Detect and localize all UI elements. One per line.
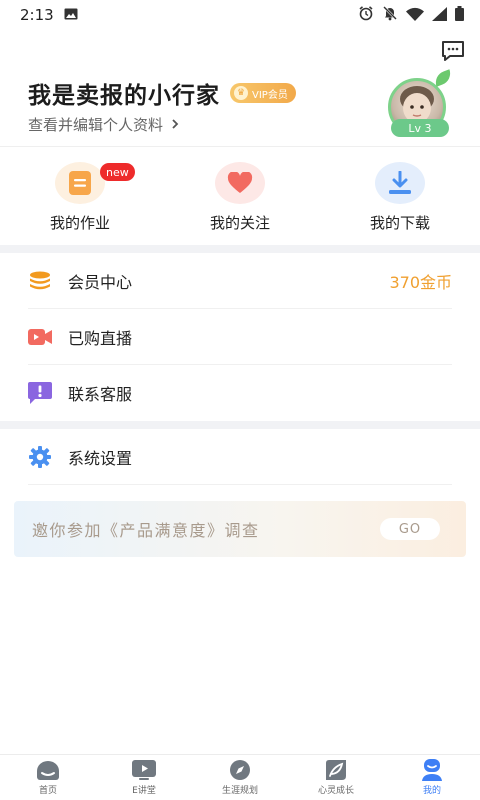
tab-e-lecture[interactable]: E讲堂 xyxy=(96,755,192,800)
bottom-tab-bar: 首页 E讲堂 生涯规划 心灵成长 我的 xyxy=(0,754,480,800)
quick-actions: new 我的作业 我的关注 我的下载 xyxy=(0,162,480,242)
crown-icon: ♛ xyxy=(234,86,248,100)
tab-label: 心灵成长 xyxy=(317,786,354,796)
chevron-right-icon xyxy=(171,116,179,134)
vip-badge[interactable]: ♛ VIP会员 xyxy=(230,83,296,103)
tab-home[interactable]: 首页 xyxy=(0,755,96,800)
divider xyxy=(0,146,480,147)
menu-item-settings[interactable]: 系统设置 xyxy=(28,429,452,485)
tab-label: 首页 xyxy=(38,786,57,796)
survey-text: 邀你参加《产品满意度》调查 xyxy=(32,521,260,540)
leaf-icon xyxy=(323,759,349,781)
section-separator xyxy=(0,421,480,429)
user-icon xyxy=(419,759,445,781)
gear-icon xyxy=(28,445,52,469)
menu-item-customer-service[interactable]: 联系客服 xyxy=(28,365,452,421)
tab-label: E讲堂 xyxy=(132,786,156,796)
quick-action-label: 我的关注 xyxy=(209,214,270,232)
home-icon xyxy=(35,759,61,781)
coins-icon xyxy=(28,269,52,293)
edit-profile-link[interactable]: 查看并编辑个人资料 xyxy=(28,114,179,135)
tab-label: 我的 xyxy=(422,786,441,796)
coin-balance: 370金币 xyxy=(389,272,452,292)
vip-label: VIP会员 xyxy=(252,89,288,101)
play-tv-icon xyxy=(131,759,157,781)
menu-label: 联系客服 xyxy=(68,385,133,404)
tab-mind-growth[interactable]: 心灵成长 xyxy=(288,755,384,800)
level-badge: Lv 3 xyxy=(391,119,449,137)
edit-profile-label: 查看并编辑个人资料 xyxy=(28,116,164,134)
quick-action-label: 我的作业 xyxy=(49,214,110,232)
menu-item-purchased-live[interactable]: 已购直播 xyxy=(28,309,452,365)
status-time: 2:13 xyxy=(20,6,54,24)
compass-icon xyxy=(227,759,253,781)
mute-icon xyxy=(382,5,398,25)
status-bar: 2:13 xyxy=(0,0,480,30)
battery-icon xyxy=(455,5,464,25)
feedback-icon xyxy=(28,381,52,405)
tab-career-planning[interactable]: 生涯规划 xyxy=(192,755,288,800)
message-button[interactable] xyxy=(440,40,466,66)
menu-label: 已购直播 xyxy=(68,328,133,348)
heart-icon xyxy=(215,162,265,204)
image-icon xyxy=(64,6,78,24)
download-icon xyxy=(375,162,425,204)
alarm-icon xyxy=(358,5,374,25)
profile-header[interactable]: 我是卖报的小行家 ♛ VIP会员 查看并编辑个人资料 Lv 3 xyxy=(0,69,480,146)
quick-action-homework[interactable]: new 我的作业 xyxy=(0,162,160,242)
leaf-decoration-icon xyxy=(432,69,454,87)
signal-icon xyxy=(432,6,447,25)
quick-action-label: 我的下载 xyxy=(369,214,430,232)
tab-label: 生涯规划 xyxy=(221,786,258,796)
wifi-icon xyxy=(406,6,424,25)
survey-go-button[interactable]: GO xyxy=(380,518,440,540)
survey-banner[interactable]: 邀你参加《产品满意度》调查 GO xyxy=(14,501,466,557)
section-separator xyxy=(0,245,480,253)
menu-label: 系统设置 xyxy=(68,448,133,468)
avatar-container[interactable]: Lv 3 xyxy=(388,69,454,137)
menu-item-member-center[interactable]: 会员中心 370金币 xyxy=(28,253,452,309)
chat-bubble-icon xyxy=(441,40,465,66)
homework-icon xyxy=(55,162,105,204)
profile-name: 我是卖报的小行家 xyxy=(28,83,220,109)
quick-action-follows[interactable]: 我的关注 xyxy=(160,162,320,242)
menu-label: 会员中心 xyxy=(68,272,133,292)
quick-action-downloads[interactable]: 我的下载 xyxy=(320,162,480,242)
tab-mine[interactable]: 我的 xyxy=(384,755,480,800)
video-camera-icon xyxy=(28,325,52,349)
new-badge: new xyxy=(100,163,135,181)
